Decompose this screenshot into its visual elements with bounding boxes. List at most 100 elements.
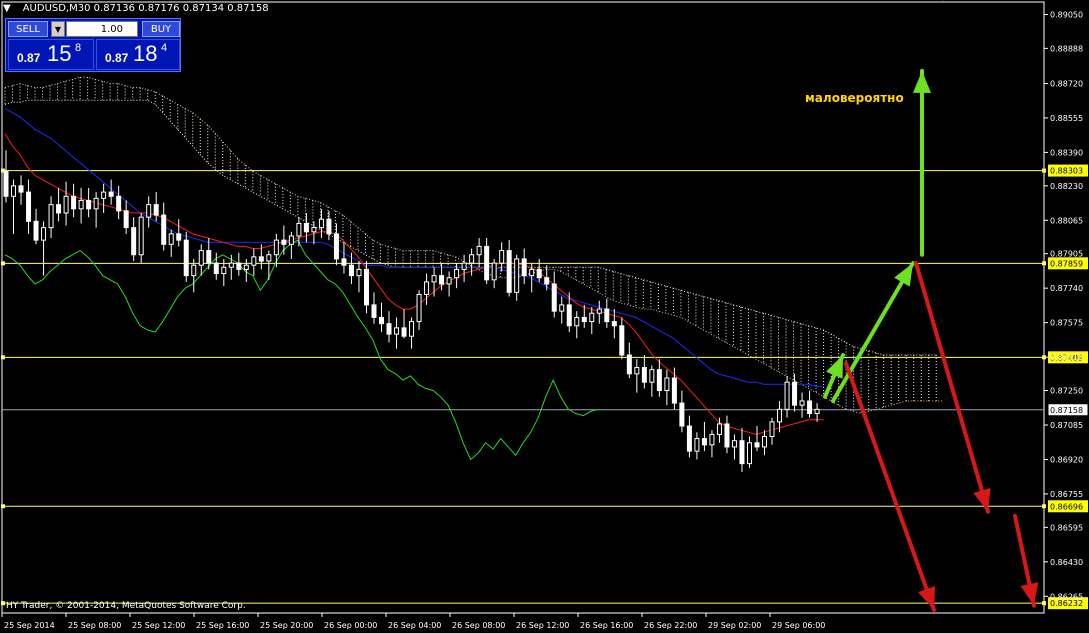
- level-handle[interactable]: [1042, 601, 1046, 606]
- candle-bear: [108, 191, 114, 197]
- candle-bull: [431, 275, 437, 283]
- sell-button[interactable]: SELL: [8, 21, 48, 37]
- candle-bull: [784, 381, 790, 410]
- price-tick-label: 0.88065: [1050, 216, 1083, 225]
- level-handle[interactable]: [1, 355, 5, 360]
- price-tick-label: 0.87410: [1050, 353, 1083, 362]
- sell-price-pips: 15: [47, 41, 72, 66]
- candle-bull: [78, 199, 84, 210]
- candle-bull: [529, 268, 535, 277]
- price-axis: 0.89050 0.88888 0.88720 0.88555 0.88390 0.882…: [1044, 11, 1083, 601]
- level-handle[interactable]: [1042, 168, 1046, 173]
- level-handle[interactable]: [1, 261, 5, 266]
- level-handle[interactable]: [1042, 261, 1046, 266]
- candle-bear: [739, 440, 745, 465]
- time-tick-label: 26 Sep 08:00: [452, 621, 505, 630]
- chart-window[interactable]: 0.88303 0.87859 0.87409 0.86696 0.86232 0.871…: [0, 0, 1089, 633]
- price-chart[interactable]: 0.883030.878590.874090.866960.862320.871…: [0, 0, 1089, 633]
- price-tick-label: 0.87905: [1050, 250, 1083, 259]
- candle-bear: [401, 327, 407, 337]
- candle-bear: [161, 214, 167, 245]
- candle-bear: [701, 438, 707, 446]
- kijun-sen-line: [4, 108, 824, 387]
- level-handle[interactable]: [1, 504, 5, 509]
- lot-size-input[interactable]: [66, 21, 138, 37]
- candle-bear: [116, 195, 122, 212]
- candle-bear: [303, 222, 309, 233]
- candle-bear: [213, 262, 219, 275]
- candle-bear: [521, 258, 527, 277]
- price-tick-label: 0.87740: [1050, 284, 1083, 293]
- candle-bull: [138, 216, 144, 256]
- time-tick-label: 26 Sep 12:00: [516, 621, 569, 630]
- candle-bull: [762, 435, 768, 448]
- candle-bull: [191, 264, 197, 277]
- sell-price-fraction: 8: [75, 42, 82, 54]
- candle-bull: [168, 233, 174, 245]
- candle-bear: [341, 258, 347, 266]
- candle-bear: [551, 283, 557, 312]
- buy-button[interactable]: BUY: [142, 21, 180, 37]
- candle-bear: [153, 204, 159, 216]
- candles: [3, 150, 820, 472]
- lot-dropdown-arrow-icon[interactable]: ▼: [51, 21, 65, 37]
- candle-bear: [348, 264, 354, 277]
- candle-bear: [641, 367, 647, 383]
- candle-bear: [123, 210, 129, 229]
- price-tick-label: 0.86595: [1050, 523, 1083, 532]
- scenario-arrows: [823, 68, 1039, 612]
- candle-bull: [461, 262, 467, 270]
- candle-bull: [694, 438, 700, 452]
- price-tick-label: 0.87085: [1050, 421, 1083, 430]
- candle-bull: [273, 239, 279, 256]
- candle-bull: [424, 281, 430, 295]
- candle-bear: [792, 381, 798, 406]
- time-tick-label: 25 Sep 12:00: [132, 621, 185, 630]
- senkou-span-b-line: [4, 99, 937, 356]
- sell-price-display[interactable]: 0.87 15 8: [8, 39, 94, 70]
- candle-bear: [333, 233, 339, 260]
- candle-bull: [416, 293, 422, 323]
- candle-bear: [604, 308, 610, 323]
- price-tick-label: 0.88888: [1050, 44, 1083, 53]
- time-tick-label: 26 Sep 22:00: [644, 621, 697, 630]
- scenario-arrow-head[interactable]: [1020, 582, 1039, 606]
- time-tick-label: 25 Sep 08:00: [68, 621, 121, 630]
- time-tick-label: 26 Sep 04:00: [388, 621, 441, 630]
- level-handle[interactable]: [1, 601, 5, 606]
- chart-title: ▼ AUDUSD,M30 0.87136 0.87176 0.87134 0.87…: [3, 3, 269, 15]
- level-price-label: 0.86696: [1050, 502, 1083, 511]
- candle-bear: [484, 245, 490, 281]
- collapse-triangle-icon[interactable]: ▼: [3, 3, 11, 14]
- candle-bull: [589, 312, 595, 323]
- buy-price-display[interactable]: 0.87 18 4: [96, 39, 180, 70]
- candle-bull: [48, 204, 54, 229]
- ohlc-readout: 0.87136 0.87176 0.87134 0.87158: [93, 3, 269, 14]
- scenario-arrow-head[interactable]: [918, 586, 936, 610]
- candle-bull: [221, 266, 227, 275]
- senkou-span-a-line: [4, 76, 944, 415]
- scenario-arrow-shaft[interactable]: [914, 261, 990, 514]
- candle-bear: [3, 170, 9, 197]
- candle-bull: [649, 369, 655, 383]
- tenkan-sen-line: [4, 133, 824, 435]
- scenario-arrow-head[interactable]: [973, 488, 991, 512]
- candle-bear: [26, 191, 32, 222]
- candle-bull: [288, 235, 294, 245]
- time-tick-label: 29 Sep 02:00: [708, 621, 761, 630]
- scenario-arrow-shaft[interactable]: [831, 261, 915, 403]
- candle-bear: [33, 220, 39, 241]
- candle-bear: [258, 256, 264, 262]
- candle-bear: [18, 185, 24, 193]
- candle-bull: [746, 442, 752, 465]
- level-handle[interactable]: [1042, 504, 1046, 509]
- symbol-label: AUDUSD,M30: [22, 3, 91, 14]
- candle-bull: [454, 268, 460, 279]
- time-tick-label: 25 Sep 20:00: [260, 621, 313, 630]
- candle-bull: [469, 254, 475, 264]
- price-tick-label: 0.86755: [1050, 490, 1083, 499]
- scenario-arrow-head[interactable]: [826, 355, 843, 379]
- candle-bear: [363, 268, 369, 306]
- scenario-arrow-head[interactable]: [913, 70, 931, 93]
- candle-bull: [409, 321, 415, 337]
